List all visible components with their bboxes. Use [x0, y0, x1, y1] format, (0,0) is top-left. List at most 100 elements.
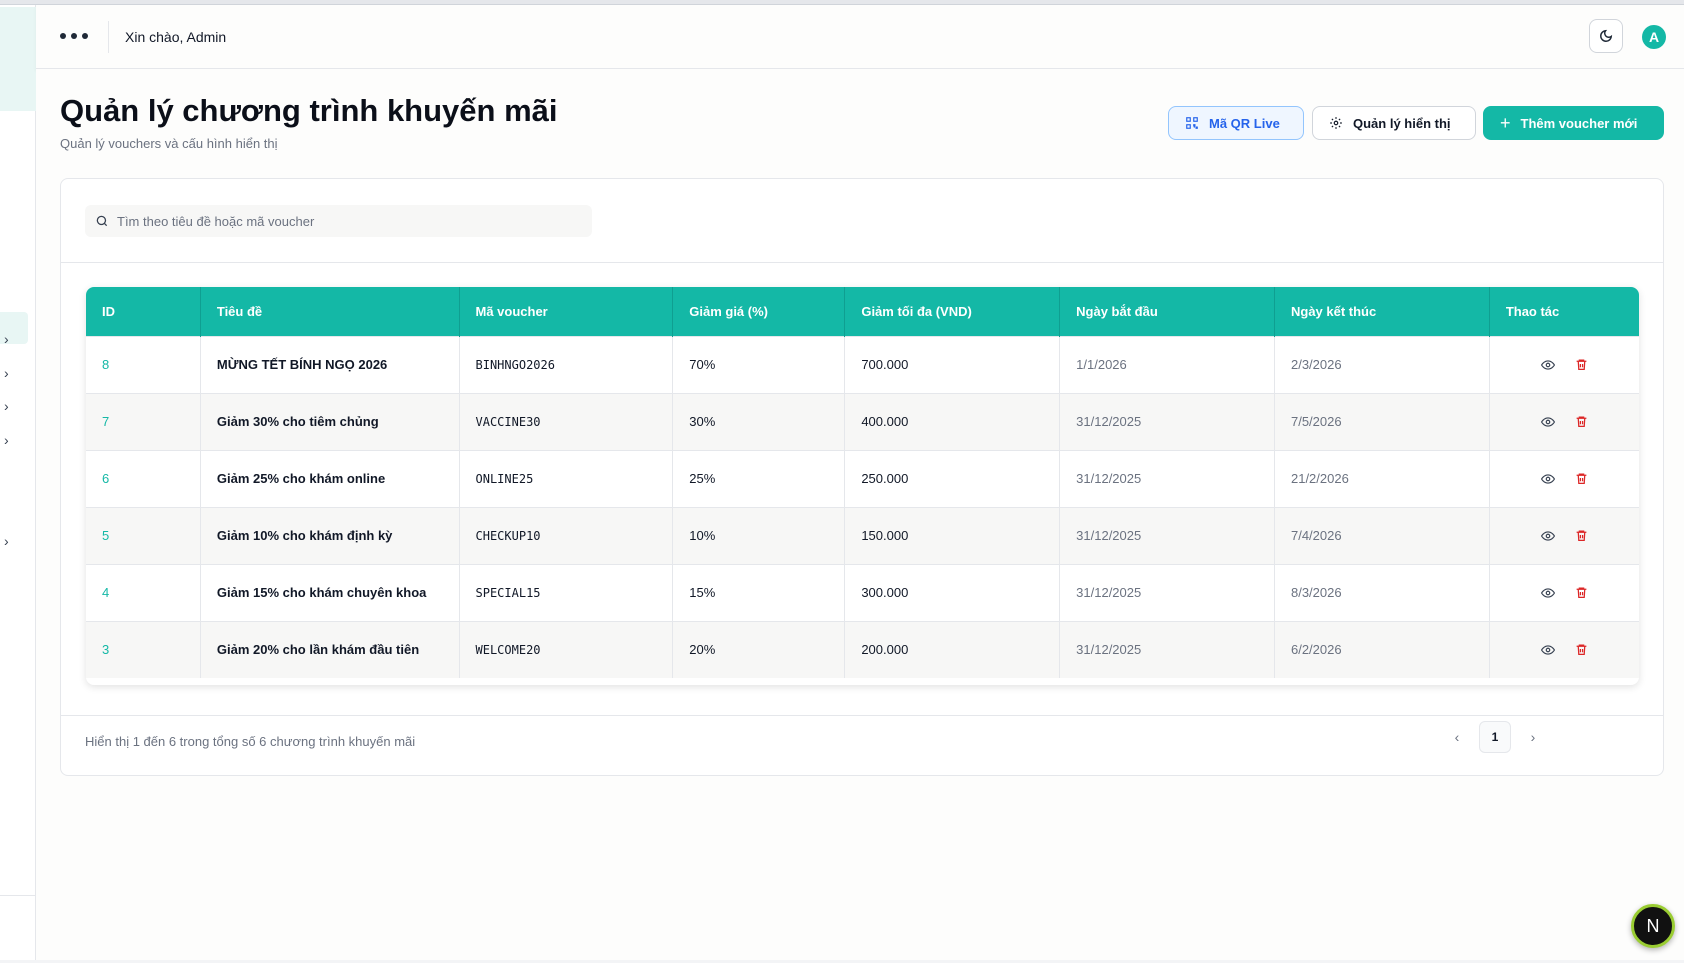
cell-id: 5: [86, 507, 201, 564]
add-voucher-label: Thêm voucher mới: [1520, 115, 1638, 131]
cell-end: 7/4/2026: [1274, 507, 1490, 564]
table-row: 4 Giảm 15% cho khám chuyên khoa SPECIAL1…: [86, 564, 1639, 621]
cell-end: 8/3/2026: [1274, 564, 1490, 621]
cell-end: 7/5/2026: [1274, 393, 1490, 450]
chevron-right-icon[interactable]: ›: [1523, 729, 1543, 745]
cell-discount: 20%: [672, 621, 846, 678]
eye-icon[interactable]: [1540, 529, 1555, 543]
chevron-right-icon[interactable]: ›: [4, 332, 18, 346]
header-divider: [108, 21, 109, 53]
cell-discount: 10%: [672, 507, 846, 564]
cell-code: VACCINE30: [459, 393, 674, 450]
cell-title: Giảm 30% cho tiêm chủng: [200, 393, 460, 450]
table-row: 3 Giảm 20% cho lần khám đầu tiên WELCOME…: [86, 621, 1639, 678]
cell-start: 1/1/2026: [1059, 336, 1275, 393]
cell-id: 4: [86, 564, 201, 621]
cell-end: 2/3/2026: [1274, 336, 1490, 393]
cell-max: 300.000: [844, 564, 1061, 621]
cell-code: CHECKUP10: [459, 507, 674, 564]
trash-icon[interactable]: [1575, 358, 1588, 371]
chevron-right-icon[interactable]: ›: [4, 366, 18, 380]
chevron-left-icon[interactable]: ‹: [1447, 729, 1467, 745]
trash-icon[interactable]: [1575, 586, 1588, 599]
avatar[interactable]: A: [1642, 25, 1666, 49]
column-header-code[interactable]: Mã voucher: [459, 287, 674, 336]
cell-id: 7: [86, 393, 201, 450]
card-divider: [61, 262, 1663, 263]
add-voucher-button[interactable]: + Thêm voucher mới: [1483, 106, 1664, 140]
eye-icon[interactable]: [1540, 643, 1555, 657]
cell-discount: 15%: [672, 564, 846, 621]
trash-icon[interactable]: [1575, 472, 1588, 485]
cell-id: 8: [86, 336, 201, 393]
page-button-current[interactable]: 1: [1479, 721, 1511, 753]
cell-start: 31/12/2025: [1059, 507, 1275, 564]
table-row: 5 Giảm 10% cho khám định kỳ CHECKUP10 10…: [86, 507, 1639, 564]
top-header: Xin chào, Admin A: [36, 5, 1684, 69]
sidebar-logo-area: [0, 7, 36, 111]
trash-icon[interactable]: [1575, 529, 1588, 542]
theme-toggle-icon: [1600, 29, 1613, 42]
column-header-end[interactable]: Ngày kết thúc: [1274, 287, 1490, 336]
column-header-title[interactable]: Tiêu đề: [200, 287, 460, 336]
cell-start: 31/12/2025: [1059, 564, 1275, 621]
cell-id: 3: [86, 621, 201, 678]
eye-icon[interactable]: [1540, 586, 1555, 600]
voucher-card: ID Tiêu đề Mã voucher Giảm giá (%) Giảm …: [60, 178, 1664, 776]
cell-max: 700.000: [844, 336, 1061, 393]
cell-max: 150.000: [844, 507, 1061, 564]
cell-actions: [1489, 450, 1639, 507]
cell-start: 31/12/2025: [1059, 393, 1275, 450]
cell-code: WELCOME20: [459, 621, 674, 678]
search-input[interactable]: [117, 213, 577, 229]
display-settings-button[interactable]: Quản lý hiển thị: [1312, 106, 1476, 140]
column-header-discount[interactable]: Giảm giá (%): [672, 287, 846, 336]
cell-max: 200.000: [844, 621, 1061, 678]
cell-end: 21/2/2026: [1274, 450, 1490, 507]
trash-icon[interactable]: [1575, 643, 1588, 656]
chevron-right-icon[interactable]: ›: [4, 534, 18, 548]
search-box[interactable]: [85, 205, 592, 237]
cell-actions: [1489, 564, 1639, 621]
cell-start: 31/12/2025: [1059, 621, 1275, 678]
cell-title: Giảm 10% cho khám định kỳ: [200, 507, 460, 564]
cell-actions: [1489, 336, 1639, 393]
cell-title: Giảm 25% cho khám online: [200, 450, 460, 507]
sidebar: › › › › ›: [0, 5, 36, 960]
display-settings-label: Quản lý hiển thị: [1353, 115, 1451, 131]
chevron-right-icon[interactable]: ›: [4, 433, 18, 447]
qr-live-button[interactable]: Mã QR Live: [1168, 106, 1304, 140]
cell-code: SPECIAL15: [459, 564, 674, 621]
cell-end: 6/2/2026: [1274, 621, 1490, 678]
card-divider: [61, 715, 1663, 716]
eye-icon[interactable]: [1540, 358, 1555, 372]
eye-icon[interactable]: [1540, 472, 1555, 486]
cell-start: 31/12/2025: [1059, 450, 1275, 507]
sidebar-divider: [0, 895, 36, 896]
cell-actions: [1489, 393, 1639, 450]
column-header-max[interactable]: Giảm tối đa (VND): [844, 287, 1061, 336]
cell-title: Giảm 15% cho khám chuyên khoa: [200, 564, 460, 621]
cell-max: 250.000: [844, 450, 1061, 507]
cell-max: 400.000: [844, 393, 1061, 450]
column-header-start[interactable]: Ngày bắt đầu: [1059, 287, 1275, 336]
qr-code-icon: [1186, 117, 1198, 129]
table-row: 8 MỪNG TẾT BÍNH NGỌ 2026 BINHNGO2026 70%…: [86, 336, 1639, 393]
chevron-right-icon[interactable]: ›: [4, 399, 18, 413]
search-icon: [96, 215, 108, 227]
theme-toggle-button[interactable]: [1589, 19, 1623, 53]
floating-badge[interactable]: N: [1631, 904, 1675, 948]
table-row: 6 Giảm 25% cho khám online ONLINE25 25% …: [86, 450, 1639, 507]
trash-icon[interactable]: [1575, 415, 1588, 428]
more-dots-icon[interactable]: [60, 29, 90, 43]
cell-actions: [1489, 507, 1639, 564]
qr-live-label: Mã QR Live: [1209, 115, 1280, 131]
cell-title: MỪNG TẾT BÍNH NGỌ 2026: [200, 336, 460, 393]
gear-icon: [1330, 117, 1342, 129]
column-header-id[interactable]: ID: [86, 287, 201, 336]
cell-code: BINHNGO2026: [459, 336, 674, 393]
column-header-actions: Thao tác: [1505, 303, 1560, 319]
voucher-table: ID Tiêu đề Mã voucher Giảm giá (%) Giảm …: [86, 287, 1639, 685]
eye-icon[interactable]: [1540, 415, 1555, 429]
pagination: ‹ 1 ›: [1447, 721, 1543, 753]
